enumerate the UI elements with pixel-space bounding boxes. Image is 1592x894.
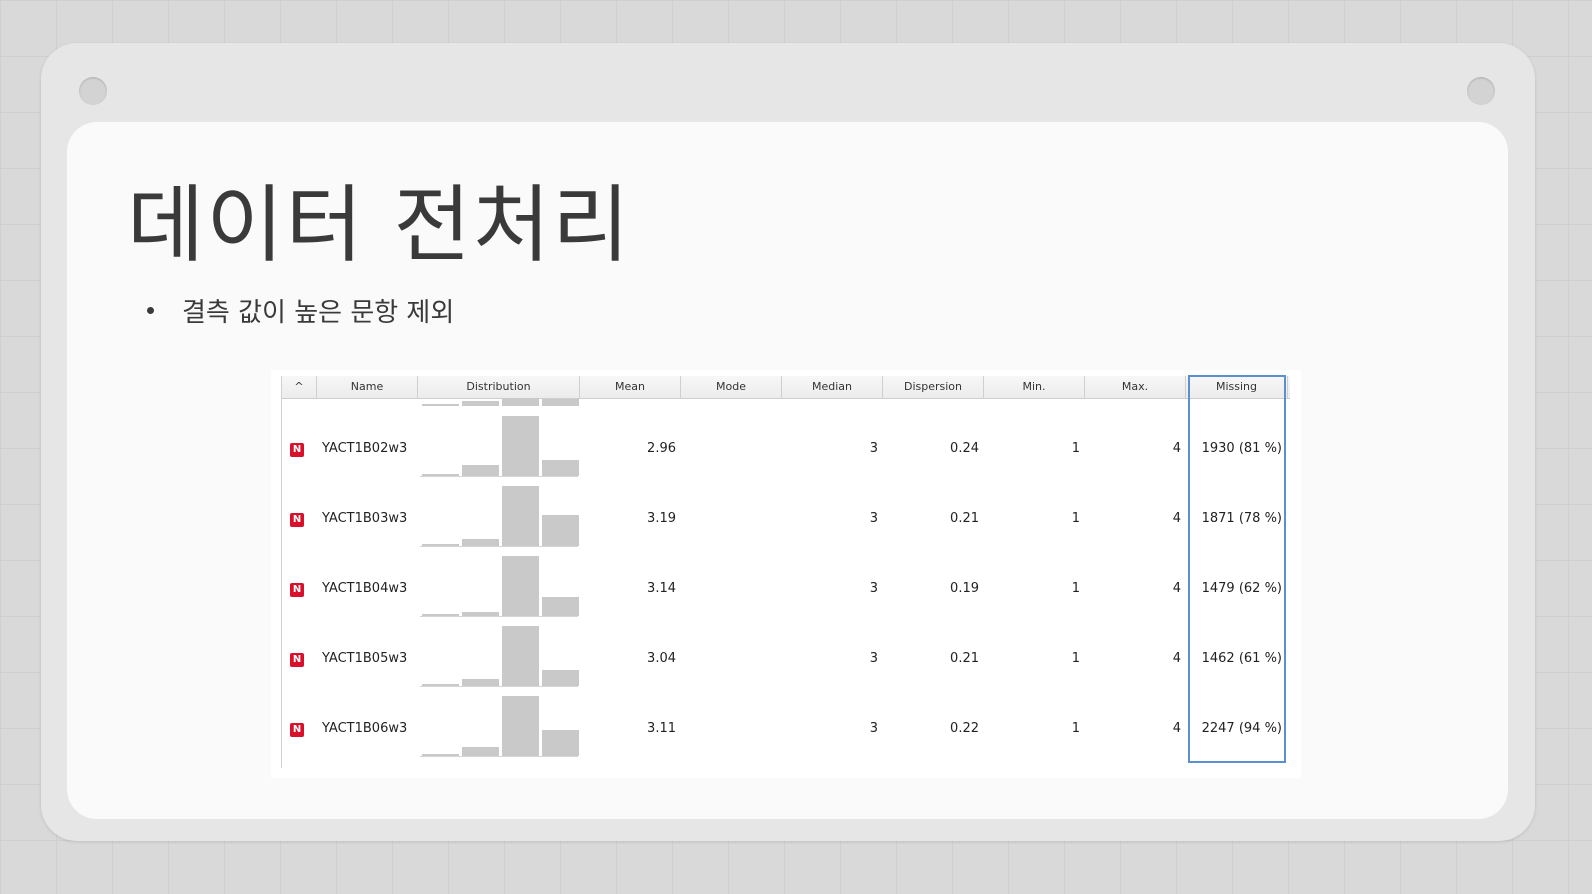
bullet-text: 결측 값이 높은 문항 제외: [182, 298, 455, 328]
bullet-dot-icon: [147, 307, 154, 314]
distribution-histogram: [418, 554, 580, 624]
column-header-median[interactable]: Median: [782, 376, 883, 398]
cell-mean: 2.96: [647, 441, 676, 456]
column-header-dispersion[interactable]: Dispersion: [883, 376, 984, 398]
column-header-max[interactable]: Max.: [1085, 376, 1186, 398]
table-row[interactable]: N YACT1B03w3 3.19 3 0.21 1 4 1871 (78 %): [282, 484, 1290, 554]
cell-median: 3: [869, 441, 878, 456]
cell-max: 4: [1172, 721, 1181, 736]
cell-mode: [681, 624, 777, 694]
cell-min: 1: [1071, 721, 1080, 736]
histogram-baseline: [420, 476, 578, 477]
cell-dispersion: 0.22: [950, 721, 979, 736]
frame-hole-right: [1467, 77, 1495, 105]
histogram-bar: [542, 730, 579, 756]
cell-missing: 2247 (94 %): [1201, 721, 1282, 736]
cell-mean: 3.14: [647, 581, 676, 596]
sort-indicator-icon[interactable]: ^: [282, 376, 317, 398]
numeric-type-icon: N: [290, 723, 304, 737]
cell-missing: 1871 (78 %): [1201, 511, 1282, 526]
distribution-histogram: [418, 624, 580, 694]
column-header-name[interactable]: Name: [317, 376, 418, 398]
column-header-mean[interactable]: Mean: [580, 376, 681, 398]
table-row[interactable]: N YACT1B02w3 2.96 3 0.24 1 4 1930 (81 %): [282, 414, 1290, 484]
bullet-item: 결측 값이 높은 문항 제외: [147, 292, 454, 329]
cell-dispersion: 0.24: [950, 441, 979, 456]
cell-missing: 1479 (62 %): [1201, 581, 1282, 596]
cell-max: 4: [1172, 581, 1181, 596]
cell-median: 3: [869, 651, 878, 666]
cell-dispersion: 0.21: [950, 511, 979, 526]
distribution-histogram: [418, 484, 580, 554]
cell-max: 4: [1172, 511, 1181, 526]
histogram-bar: [502, 416, 539, 476]
column-header-mode[interactable]: Mode: [681, 376, 782, 398]
slide-card: 데이터 전처리 결측 값이 높은 문항 제외 ^ Name Distributi…: [67, 122, 1508, 819]
table-screenshot: ^ Name Distribution Mean Mode Median Dis…: [271, 370, 1301, 778]
numeric-type-icon: N: [290, 443, 304, 457]
cell-mean: 3.19: [647, 511, 676, 526]
histogram-bar: [542, 460, 579, 476]
cell-min: 1: [1071, 651, 1080, 666]
cell-median: 3: [869, 581, 878, 596]
cell-min: 1: [1071, 581, 1080, 596]
table-row[interactable]: N YACT1B06w3 3.11 3 0.22 1 4 2247 (94 %): [282, 694, 1290, 764]
cell-dispersion: 0.21: [950, 651, 979, 666]
cell-min: 1: [1071, 441, 1080, 456]
histogram-baseline: [420, 546, 578, 547]
partial-distribution-row: [418, 398, 580, 406]
cell-max: 4: [1172, 651, 1181, 666]
cell-name: YACT1B03w3: [322, 511, 408, 526]
cell-name: YACT1B02w3: [322, 441, 408, 456]
column-header-distribution[interactable]: Distribution: [418, 376, 580, 398]
cell-mode: [681, 694, 777, 764]
histogram-bar: [462, 747, 499, 756]
data-table: ^ Name Distribution Mean Mode Median Dis…: [281, 375, 1294, 768]
cell-mode: [681, 414, 777, 484]
numeric-type-icon: N: [290, 583, 304, 597]
column-header-missing[interactable]: Missing: [1186, 376, 1288, 398]
cell-max: 4: [1172, 441, 1181, 456]
cell-missing: 1930 (81 %): [1201, 441, 1282, 456]
histogram-baseline: [420, 756, 578, 757]
histogram-bar: [462, 679, 499, 686]
cell-min: 1: [1071, 511, 1080, 526]
cell-missing: 1462 (61 %): [1201, 651, 1282, 666]
table-row[interactable]: N YACT1B04w3 3.14 3 0.19 1 4 1479 (62 %): [282, 554, 1290, 624]
cell-median: 3: [869, 721, 878, 736]
histogram-bar: [542, 597, 579, 616]
histogram-bar: [502, 486, 539, 546]
table-header: ^ Name Distribution Mean Mode Median Dis…: [282, 376, 1290, 399]
distribution-histogram: [418, 694, 580, 764]
frame-hole-left: [79, 77, 107, 105]
numeric-type-icon: N: [290, 513, 304, 527]
histogram-bar: [502, 626, 539, 686]
cell-mode: [681, 554, 777, 624]
cell-mode: [681, 484, 777, 554]
table-row[interactable]: N YACT1B05w3 3.04 3 0.21 1 4 1462 (61 %): [282, 624, 1290, 694]
column-header-min[interactable]: Min.: [984, 376, 1085, 398]
numeric-type-icon: N: [290, 653, 304, 667]
slide-title: 데이터 전처리: [127, 176, 632, 274]
distribution-histogram: [418, 414, 580, 484]
histogram-bar: [502, 556, 539, 616]
cell-name: YACT1B04w3: [322, 581, 408, 596]
histogram-baseline: [420, 616, 578, 617]
histogram-bar: [502, 696, 539, 756]
cell-mean: 3.11: [647, 721, 676, 736]
cell-median: 3: [869, 511, 878, 526]
histogram-bar: [462, 465, 499, 476]
histogram-bar: [462, 539, 499, 546]
cell-name: YACT1B06w3: [322, 721, 408, 736]
cell-dispersion: 0.19: [950, 581, 979, 596]
histogram-bar: [542, 670, 579, 686]
cell-mean: 3.04: [647, 651, 676, 666]
histogram-baseline: [420, 686, 578, 687]
histogram-bar: [542, 515, 579, 546]
cell-name: YACT1B05w3: [322, 651, 408, 666]
